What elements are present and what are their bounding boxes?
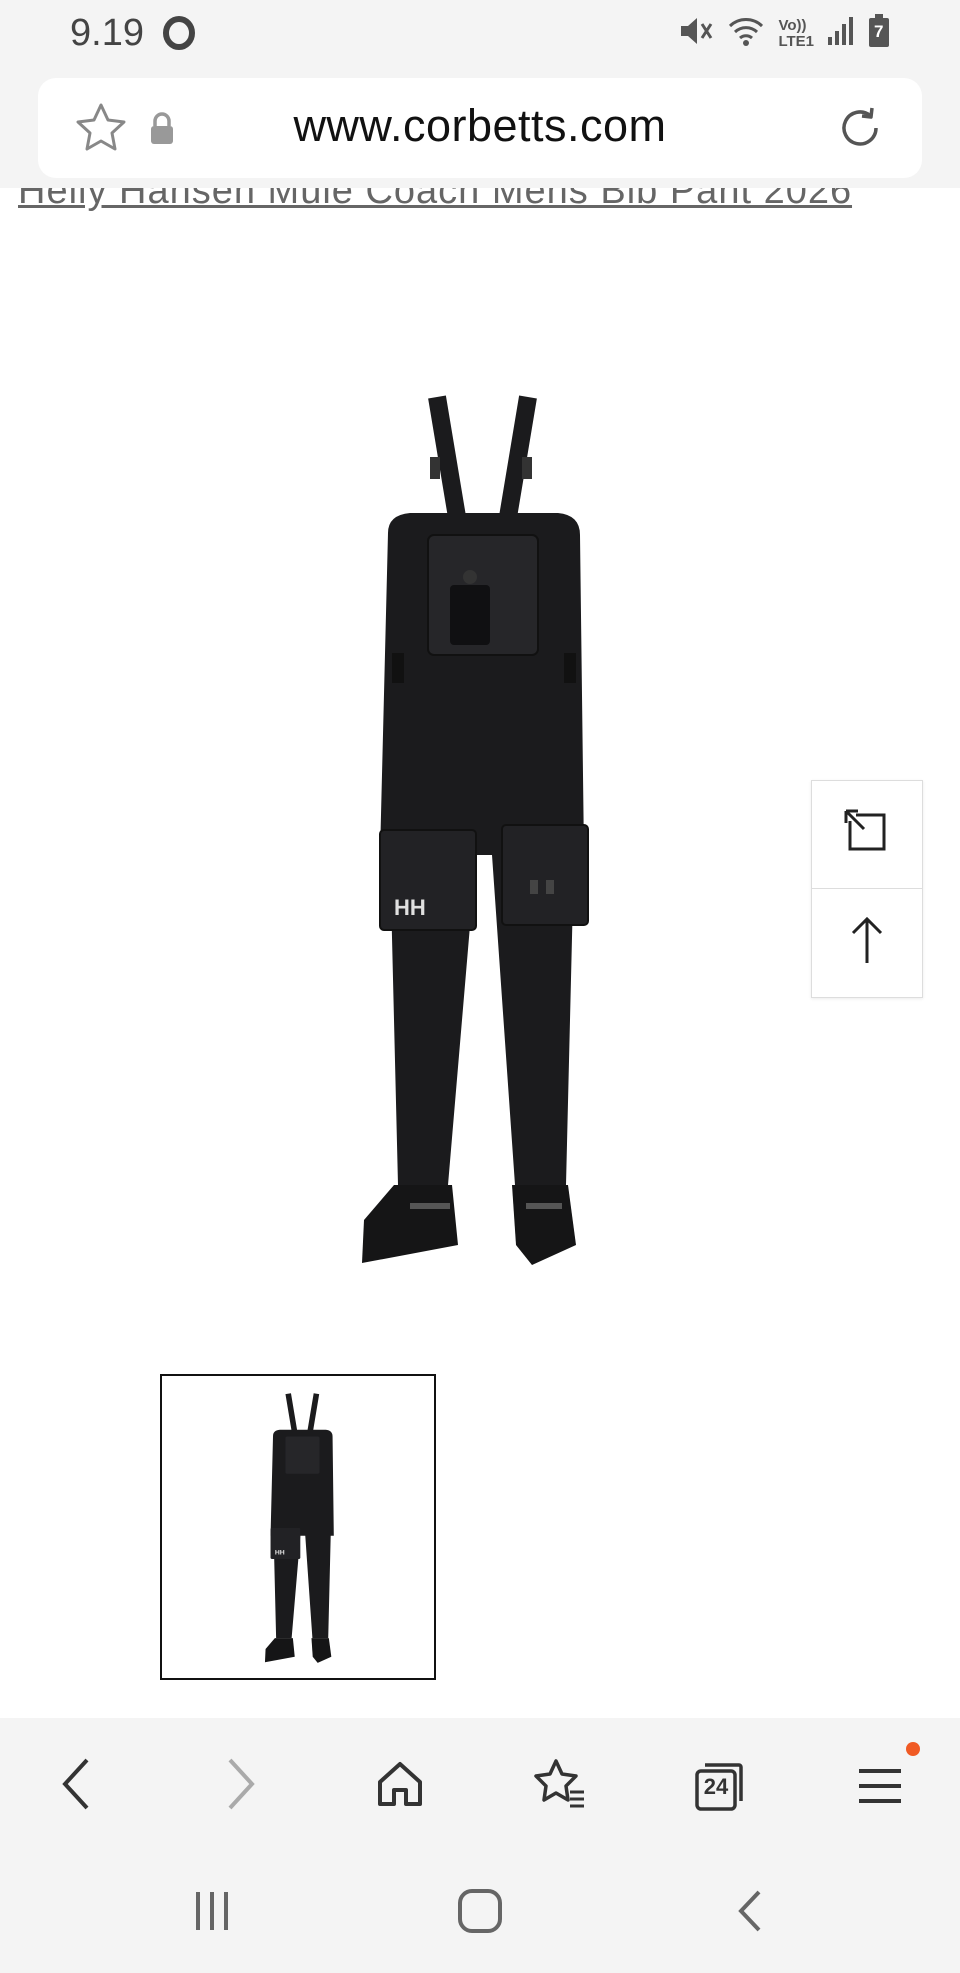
browser-url-area: www.corbetts.com — [0, 70, 960, 188]
chevron-left-icon — [57, 1756, 97, 1817]
network-label: Vo)) LTE1 — [778, 16, 814, 50]
bookmarks-button[interactable] — [520, 1746, 600, 1826]
product-logo: HH — [394, 895, 426, 920]
expand-icon — [840, 805, 894, 864]
menu-icon — [855, 1761, 905, 1811]
battery-icon: 7 — [868, 14, 890, 53]
home-button[interactable] — [360, 1746, 440, 1826]
browser-toolbar: 24 — [0, 1718, 960, 1848]
recents-icon — [192, 1890, 232, 1937]
system-navigation-bar — [0, 1848, 960, 1973]
url-text[interactable]: www.corbetts.com — [38, 100, 922, 152]
product-thumbnail[interactable]: HH — [160, 1374, 436, 1680]
back-button[interactable] — [37, 1746, 117, 1826]
opera-icon — [162, 16, 196, 55]
product-image[interactable]: HH — [340, 385, 610, 1280]
network-label-bottom: LTE1 — [778, 32, 814, 50]
home-nav-button[interactable] — [440, 1878, 520, 1948]
home-icon — [374, 1758, 426, 1815]
home-nav-icon — [457, 1888, 503, 1939]
expand-button[interactable] — [812, 781, 922, 889]
tab-count: 24 — [703, 1774, 729, 1799]
tabs-button[interactable]: 24 — [680, 1746, 760, 1826]
status-bar: 9.19 Vo)) LTE1 7 — [0, 0, 960, 70]
mute-icon — [678, 14, 714, 53]
floating-controls — [811, 780, 923, 998]
forward-button[interactable] — [200, 1746, 280, 1826]
back-nav-button[interactable] — [710, 1878, 790, 1948]
chevron-right-icon — [220, 1756, 260, 1817]
scroll-top-button[interactable] — [812, 889, 922, 996]
url-bar[interactable]: www.corbetts.com — [38, 78, 922, 178]
reload-icon[interactable] — [834, 102, 886, 159]
battery-level: 7 — [874, 22, 884, 41]
signal-icon — [826, 15, 856, 52]
bookmark-star-icon — [532, 1758, 588, 1815]
status-time: 9.19 — [70, 12, 144, 54]
network-label-top: Vo)) — [778, 16, 807, 34]
back-nav-icon — [735, 1888, 765, 1939]
arrow-up-icon — [847, 913, 887, 972]
wifi-icon — [726, 14, 766, 53]
recents-button[interactable] — [172, 1878, 252, 1948]
notification-dot — [906, 1742, 920, 1756]
thumbnail-logo: HH — [275, 1549, 285, 1556]
tabs-icon: 24 — [693, 1759, 747, 1813]
menu-button[interactable] — [840, 1746, 920, 1826]
